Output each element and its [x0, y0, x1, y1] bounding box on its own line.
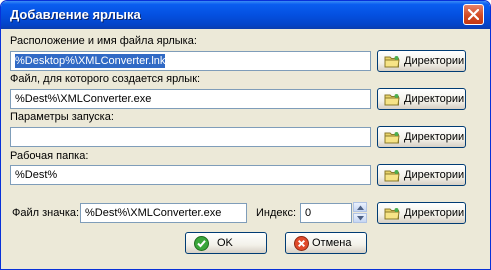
folder-icon — [384, 170, 400, 182]
shortcut-location-label: Расположение и имя файла ярлыка: — [10, 35, 197, 47]
index-label: Индекс: — [256, 207, 297, 219]
browse-button-label: Директории — [404, 207, 465, 219]
folder-icon — [384, 132, 400, 144]
window-title: Добавление ярлыка — [10, 7, 141, 22]
folder-icon — [384, 94, 400, 106]
index-field[interactable]: 0 — [300, 203, 352, 223]
spin-up-icon — [357, 205, 364, 210]
working-folder-field[interactable]: %Dest% — [10, 165, 371, 185]
cancel-button-label: Отмена — [312, 237, 352, 249]
launch-params-field[interactable] — [10, 127, 371, 147]
browse-button-label: Директории — [404, 93, 465, 105]
dialog-window: Добавление ярлыка Расположение и имя фай… — [0, 0, 491, 270]
browse-button-label: Директории — [404, 55, 465, 67]
check-icon — [194, 236, 209, 251]
launch-params-browse-button[interactable]: Директории — [377, 126, 466, 148]
target-file-browse-button[interactable]: Директории — [377, 88, 466, 110]
working-folder-label: Рабочая папка: — [10, 150, 89, 162]
target-file-label: Файл, для которого создается ярлык: — [10, 73, 201, 85]
title-bar[interactable]: Добавление ярлыка — [1, 1, 490, 29]
spin-up-button[interactable] — [353, 202, 367, 212]
launch-params-label: Параметры запуска: — [10, 111, 114, 123]
icon-file-field[interactable]: %Dest%\XMLConverter.exe — [80, 203, 247, 223]
browse-button-label: Директории — [404, 169, 465, 181]
ok-button-label: OK — [217, 237, 233, 249]
close-button[interactable] — [463, 4, 484, 25]
close-icon — [468, 9, 479, 20]
spin-down-button[interactable] — [353, 213, 367, 223]
cancel-button[interactable]: Отмена — [285, 232, 367, 254]
target-file-field[interactable]: %Dest%\XMLConverter.exe — [10, 89, 371, 109]
ok-button[interactable]: OK — [185, 232, 267, 254]
index-spinner[interactable] — [353, 202, 367, 223]
folder-icon — [384, 56, 400, 68]
icon-file-label: Файл значка: — [12, 207, 80, 219]
cancel-icon — [294, 236, 309, 251]
shortcut-location-field[interactable]: %Desktop%\XMLConverter.lnk — [10, 51, 371, 71]
icon-file-browse-button[interactable]: Директории — [377, 202, 466, 224]
browse-button-label: Директории — [404, 131, 465, 143]
working-folder-browse-button[interactable]: Директории — [377, 164, 466, 186]
spin-down-icon — [357, 216, 364, 221]
shortcut-location-value: %Desktop%\XMLConverter.lnk — [15, 54, 166, 68]
shortcut-location-browse-button[interactable]: Директории — [377, 50, 466, 72]
folder-icon — [384, 208, 400, 220]
